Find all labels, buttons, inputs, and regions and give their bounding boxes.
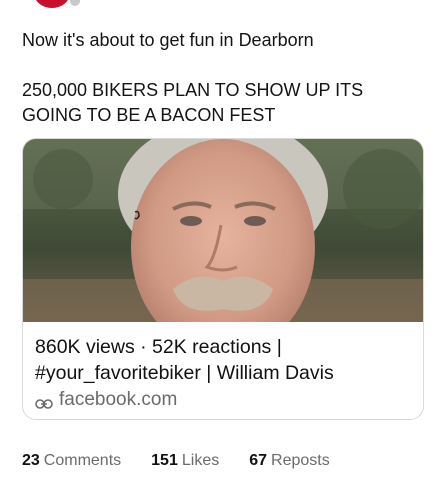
likes-count: 151 [151,452,178,469]
link-title[interactable]: 860K views · 52K reactions | #your_favor… [35,334,411,386]
avatar-badge [70,0,80,6]
post-line-2: 250,000 BIKERS PLAN TO SHOW UP ITS GOING… [22,80,364,125]
comments-count: 23 [22,452,40,469]
link-domain: facebook.com [59,389,178,410]
link-thumbnail[interactable] [23,139,423,322]
link-source[interactable]: facebook.com [35,389,411,411]
link-preview-card[interactable]: 860K views · 52K reactions | #your_favor… [22,138,424,420]
post-line-1: Now it's about to get fun in Dearborn [22,30,314,50]
video-thumbnail-image [23,139,423,322]
avatar[interactable] [34,0,70,8]
likes-label: Likes [181,452,220,469]
likes-stat[interactable]: 151 Likes [151,452,219,470]
engagement-bar: 23 Comments 151 Likes 67 Reposts [22,452,330,470]
comments-stat[interactable]: 23 Comments [22,452,121,470]
post-text: Now it's about to get fun in Dearborn 25… [22,28,427,128]
link-icon [35,394,53,409]
comments-label: Comments [43,452,122,469]
reposts-label: Reposts [271,452,330,469]
reposts-stat[interactable]: 67 Reposts [249,452,330,470]
reposts-count: 67 [249,452,268,469]
